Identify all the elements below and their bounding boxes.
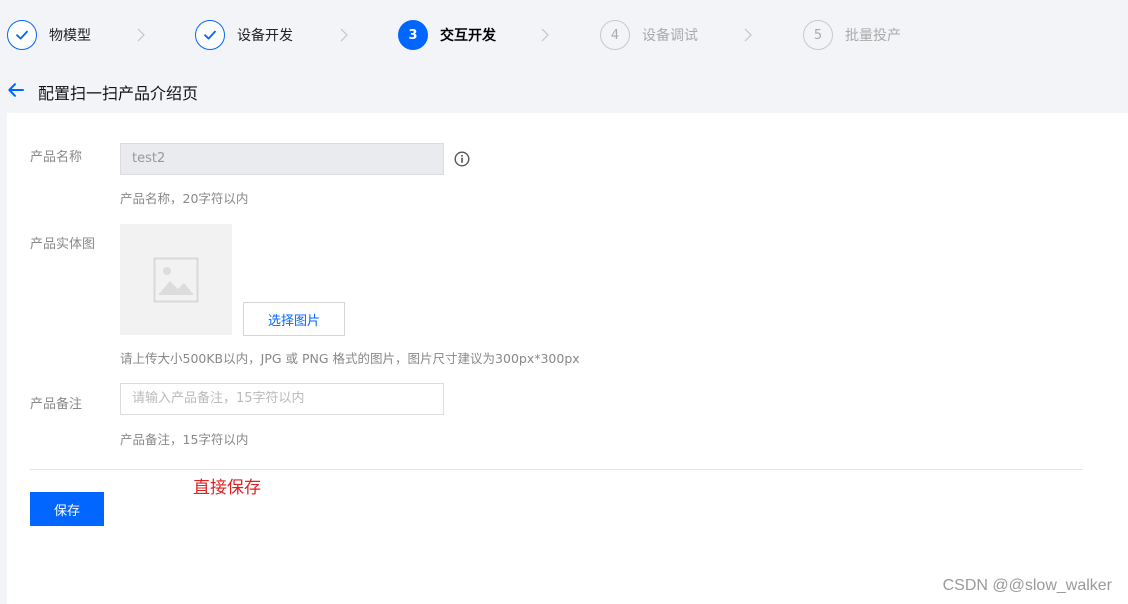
- step-thing-model[interactable]: 物模型: [7, 19, 91, 51]
- product-note-hint: 产品备注，15字符以内: [120, 432, 249, 447]
- page-title: 配置扫一扫产品介绍页: [38, 84, 199, 103]
- product-note-label: 产品备注: [30, 397, 83, 412]
- save-button[interactable]: 保存: [30, 492, 104, 526]
- image-preview: [120, 224, 232, 335]
- product-name-hint: 产品名称，20字符以内: [120, 191, 249, 206]
- step-label: 设备开发: [237, 28, 293, 44]
- check-icon: [195, 20, 225, 50]
- select-image-button[interactable]: 选择图片: [243, 302, 345, 336]
- step-label: 设备调试: [642, 28, 698, 44]
- product-note-input[interactable]: 请输入产品备注，15字符以内: [120, 383, 444, 415]
- product-image-label: 产品实体图: [30, 237, 96, 252]
- step-device-dev[interactable]: 设备开发: [195, 19, 293, 51]
- step-label: 物模型: [49, 28, 91, 44]
- image-placeholder-icon: [153, 257, 199, 302]
- stepper: 物模型 设备开发 3 交互开发 4 设备调试 5 批量投产: [0, 0, 1128, 70]
- step-number: 3: [398, 20, 428, 50]
- chevron-right-icon: [541, 28, 549, 42]
- step-device-debug[interactable]: 4 设备调试: [600, 19, 698, 51]
- step-label: 批量投产: [845, 28, 901, 44]
- check-icon: [7, 20, 37, 50]
- divider: [30, 469, 1083, 470]
- product-image-hint: 请上传大小500KB以内，JPG 或 PNG 格式的图片，图片尺寸建议为300p…: [120, 351, 580, 366]
- step-label: 交互开发: [440, 28, 496, 44]
- step-number: 4: [600, 20, 630, 50]
- annotation-text: 直接保存: [193, 478, 261, 498]
- chevron-right-icon: [340, 28, 348, 42]
- form-card: 产品名称 test2 产品名称，20字符以内 产品实体图 选择图片 请上传大小5…: [7, 113, 1128, 604]
- product-name-input: test2: [120, 143, 444, 175]
- arrow-left-icon[interactable]: [7, 81, 25, 99]
- step-mass-production[interactable]: 5 批量投产: [803, 19, 901, 51]
- chevron-right-icon: [137, 28, 145, 42]
- page-header: 配置扫一扫产品介绍页: [0, 70, 1128, 112]
- product-name-label: 产品名称: [30, 150, 83, 165]
- info-circle-icon[interactable]: [454, 151, 470, 167]
- step-interaction-dev[interactable]: 3 交互开发: [398, 19, 496, 51]
- watermark: CSDN @@slow_walker: [942, 577, 1112, 594]
- step-number: 5: [803, 20, 833, 50]
- chevron-right-icon: [744, 28, 752, 42]
